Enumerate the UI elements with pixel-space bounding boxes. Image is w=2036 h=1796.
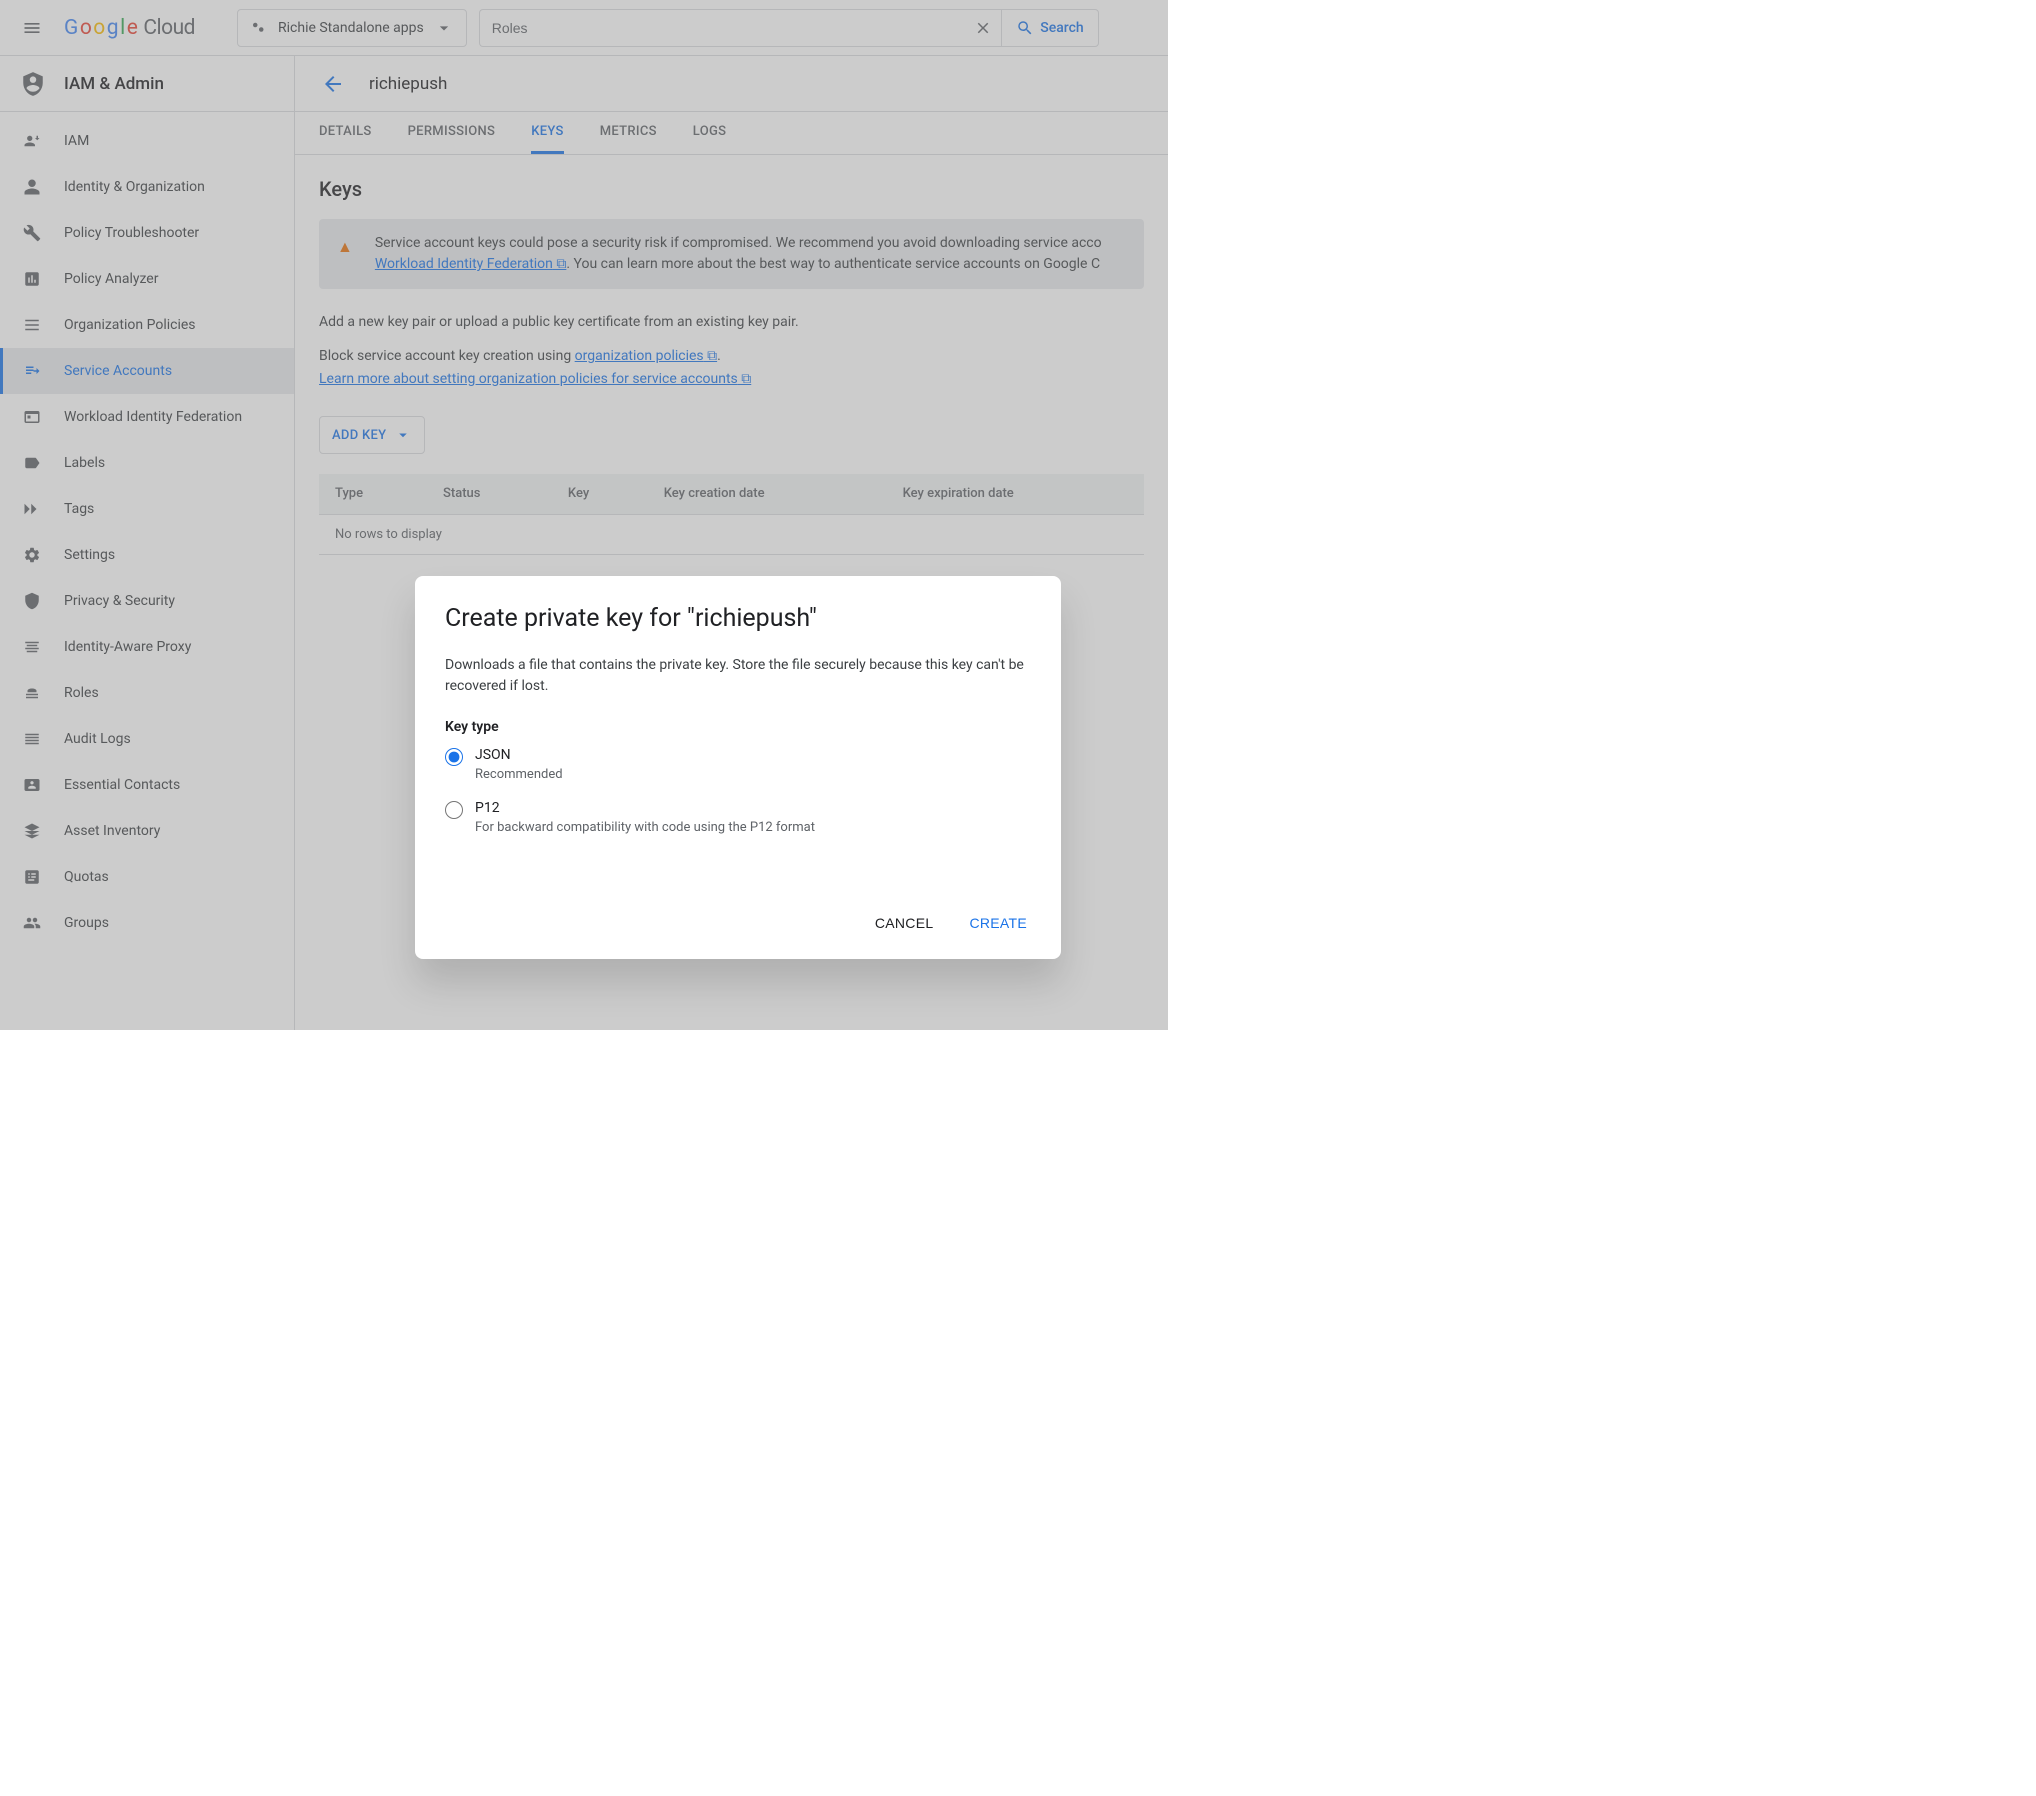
radio-json[interactable] [445,748,463,766]
modal-scrim[interactable]: Create private key for "richiepush" Down… [0,0,1168,1030]
dialog-body: Downloads a file that contains the priva… [445,655,1031,697]
cancel-button[interactable]: CANCEL [871,909,938,937]
create-key-dialog: Create private key for "richiepush" Down… [415,576,1061,959]
radio-p12-row[interactable]: P12 For backward compatibility with code… [445,800,1031,849]
create-button[interactable]: CREATE [965,909,1031,937]
keytype-label: Key type [445,719,1031,735]
dialog-title: Create private key for "richiepush" [445,604,1031,633]
radio-p12[interactable] [445,801,463,819]
radio-p12-sub: For backward compatibility with code usi… [475,820,815,835]
radio-json-sub: Recommended [475,767,563,782]
radio-p12-title: P12 [475,800,815,816]
radio-json-row[interactable]: JSON Recommended [445,747,1031,796]
radio-json-title: JSON [475,747,563,763]
